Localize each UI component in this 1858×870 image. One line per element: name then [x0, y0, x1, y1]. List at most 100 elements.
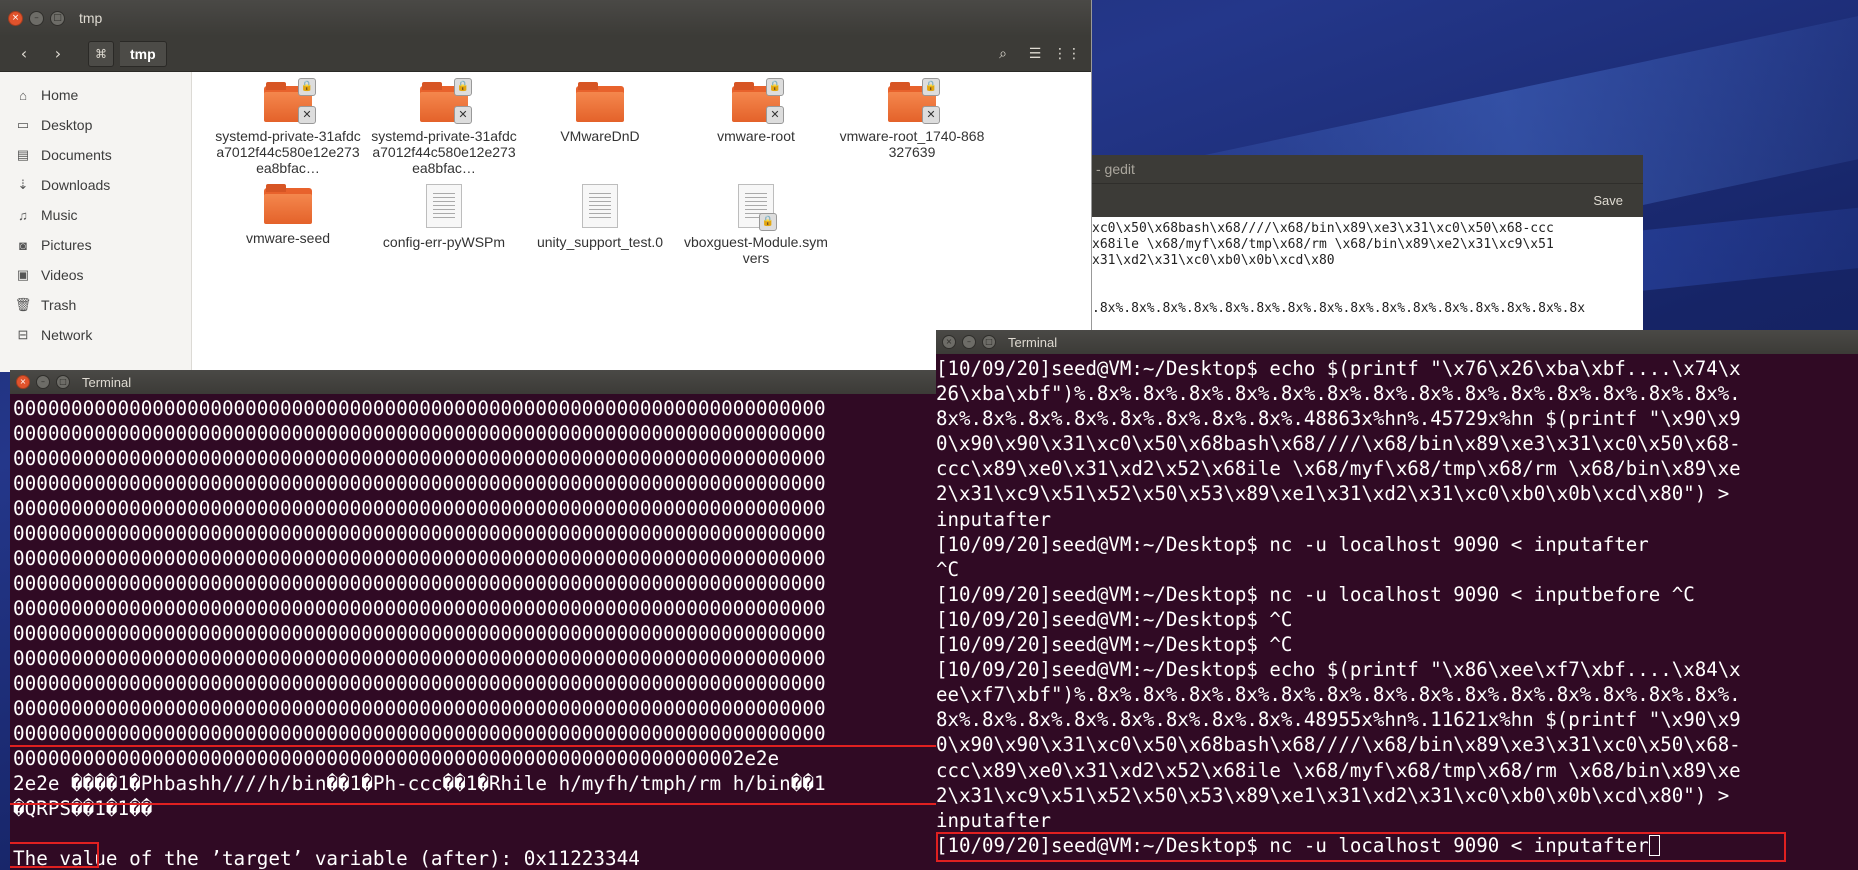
terminal-line: 0000000000000000000000000000000000000000… — [13, 447, 826, 470]
search-icon[interactable]: ⌕ — [989, 41, 1017, 67]
file-name: unity_support_test.0 — [536, 234, 664, 250]
file-name: vmware-seed — [245, 230, 331, 246]
downloads-icon: ⇣ — [17, 177, 29, 192]
file-name: vmware-root_1740-868327639 — [839, 128, 985, 160]
minimize-icon[interactable]: – — [36, 375, 50, 389]
file-item[interactable]: 🔒 ✕ systemd-private-31afdca7012f44c580e12e… — [370, 78, 518, 176]
command-highlight — [936, 832, 1786, 862]
terminal-line: 0\x90\x90\x31\xc0\x50\x68bash\x68////\x6… — [936, 432, 1741, 456]
terminal-line: ccc\x89\xe0\x31\xd2\x52\x68ile \x68/myf\… — [936, 758, 1741, 782]
file-item[interactable]: 🔒 vboxguest-Module.symvers — [682, 184, 830, 266]
file-item[interactable]: 🔒 ✕ vmware-root — [682, 78, 830, 144]
forward-icon[interactable]: › — [44, 41, 72, 67]
sidebar-item-label: Trash — [41, 297, 77, 313]
minimize-icon[interactable]: – — [29, 10, 44, 26]
terminal-line: [10/09/20]seed@VM:~/Desktop$ ^C — [936, 633, 1293, 657]
file-name: systemd-private-31afdca7012f44c580e12e27… — [215, 128, 361, 176]
file-item[interactable]: vmware-seed — [214, 184, 362, 246]
videos-icon: ▣ — [16, 267, 30, 282]
gedit-line — [1092, 285, 1643, 301]
maximize-icon[interactable]: □ — [56, 375, 70, 389]
file-item[interactable]: config-err-pyWSPm — [370, 184, 518, 250]
sidebar-item-pictures[interactable]: ◙ Pictures — [0, 230, 191, 260]
terminal-line: [10/09/20]seed@VM:~/Desktop$ nc -u local… — [936, 532, 1649, 556]
lock-icon: 🔒 — [766, 78, 784, 96]
file-name: vboxguest-Module.symvers — [684, 234, 828, 266]
network-icon: ⊟ — [17, 327, 29, 342]
sidebar-item-videos[interactable]: ▣ Videos — [0, 260, 191, 290]
sidebar-item-label: Videos — [41, 267, 84, 283]
file-name: vmware-root — [717, 128, 795, 144]
terminal-title: Terminal — [1008, 334, 1058, 350]
sidebar-item-label: Pictures — [41, 237, 92, 253]
maximize-icon[interactable]: □ — [50, 10, 65, 26]
grid-view-icon[interactable]: ⋮⋮ — [1053, 41, 1081, 67]
close-icon[interactable]: × — [942, 335, 956, 349]
terminal-line: inputafter — [936, 808, 1051, 832]
terminal-right-output[interactable]: [10/09/20]seed@VM:~/Desktop$ echo $(prin… — [936, 354, 1858, 858]
list-view-icon[interactable]: ☰ — [1021, 41, 1049, 67]
location-icon[interactable]: ⌘ — [88, 40, 114, 67]
terminal-line: 0000000000000000000000000000000000000000… — [13, 497, 826, 520]
file-grid: 🔒 ✕ systemd-private-31afdca7012f44c580e12e… — [192, 72, 1091, 372]
minimize-icon[interactable]: – — [962, 335, 976, 349]
sidebar-item-downloads[interactable]: ⇣ Downloads — [0, 170, 191, 200]
lock-icon: 🔒 — [922, 78, 940, 96]
folder-icon — [264, 184, 312, 224]
sidebar-item-home[interactable]: ⌂ Home — [0, 80, 191, 110]
terminal-line: 0000000000000000000000000000000000000000… — [13, 522, 826, 545]
pictures-icon: ◙ — [19, 237, 27, 253]
sidebar-item-documents[interactable]: ▤ Documents — [0, 140, 191, 170]
terminal-line: [10/09/20]seed@VM:~/Desktop$ ^C — [936, 607, 1293, 631]
terminal-line: 0000000000000000000000000000000000000000… — [13, 547, 826, 570]
terminal-line: 0000000000000000000000000000000000000000… — [13, 597, 826, 620]
terminal-line: inputafter — [936, 507, 1051, 531]
gedit-title: - gedit — [1092, 155, 1643, 183]
terminal-right-window: × – □ Terminal [10/09/20]seed@VM:~/Deskt… — [936, 330, 1858, 870]
home-icon: ⌂ — [19, 87, 27, 103]
music-icon: ♫ — [18, 207, 28, 223]
terminal-line: 2\x31\xc9\x51\x52\x50\x53\x89\xe1\x31\xd… — [936, 783, 1730, 807]
documents-icon: ▤ — [16, 147, 30, 162]
terminal-line: 0000000000000000000000000000000000000000… — [13, 647, 826, 670]
terminal-line: [10/09/20]seed@VM:~/Desktop$ nc -u local… — [936, 582, 1695, 606]
folder-icon: 🔒 ✕ — [732, 78, 784, 124]
terminal-line: 0000000000000000000000000000000000000000… — [13, 422, 826, 445]
file-item[interactable]: 🔒 ✕ vmware-root_1740-868327639 — [838, 78, 986, 160]
maximize-icon[interactable]: □ — [982, 335, 996, 349]
sidebar-item-music[interactable]: ♫ Music — [0, 200, 191, 230]
gedit-editor[interactable]: xc0\x50\x68bash\x68////\x68/bin\x89\xe3\… — [1092, 217, 1643, 317]
gedit-window: - gedit Save xc0\x50\x68bash\x68////\x68… — [1092, 155, 1643, 330]
gedit-line: .8x%.8x%.8x%.8x%.8x%.8x%.8x%.8x%.8x%.8x%… — [1092, 301, 1586, 316]
terminal-line: 0000000000000000000000000000000000000000… — [13, 572, 826, 595]
file-name: VMwareDnD — [560, 128, 640, 144]
file-name: systemd-private-31afdca7012f44c580e12e27… — [371, 128, 517, 176]
folder-icon: 🔒 ✕ — [420, 78, 472, 124]
sidebar-item-desktop[interactable]: ▭ Desktop — [0, 110, 191, 140]
file-item[interactable]: VMwareDnD — [526, 82, 674, 144]
gedit-line: x31\xd2\x31\xc0\xb0\x0b\xcd\x80 — [1092, 253, 1335, 268]
terminal-line: 8x%.8x%.8x%.8x%.8x%.8x%.8x%.8x%.48863x%h… — [936, 407, 1741, 431]
folder-icon: 🔒 ✕ — [264, 78, 316, 124]
terminal-line: 0000000000000000000000000000000000000000… — [13, 397, 826, 420]
sidebar-item-network[interactable]: ⊟ Network — [0, 320, 191, 350]
file-item[interactable]: unity_support_test.0 — [526, 184, 674, 250]
sidebar-item-label: Downloads — [41, 177, 111, 193]
sidebar-item-label: Desktop — [41, 117, 93, 133]
sidebar-item-label: Network — [41, 327, 93, 343]
close-icon[interactable]: × — [8, 10, 23, 26]
close-icon[interactable]: × — [16, 375, 30, 389]
terminal-line: 2\x31\xc9\x51\x52\x50\x53\x89\xe1\x31\xd… — [936, 482, 1730, 506]
file-item[interactable]: 🔒 ✕ systemd-private-31afdca7012f44c580e12e… — [214, 78, 362, 176]
save-button[interactable]: Save — [1587, 190, 1629, 212]
terminal-line: 0000000000000000000000000000000000000000… — [13, 672, 826, 695]
terminal-title: Terminal — [82, 374, 132, 390]
breadcrumb[interactable]: tmp — [120, 40, 167, 67]
file-name: config-err-pyWSPm — [382, 234, 506, 250]
folder-icon: 🔒 ✕ — [888, 78, 940, 124]
files-window: × – □ tmp ‹ › ⌘ tmp ⌕ ☰ ⋮⋮ ⌂ Home ▭ Desktop… — [0, 0, 1092, 372]
sidebar-item-trash[interactable]: 🗑 Trash — [0, 290, 191, 320]
back-icon[interactable]: ‹ — [10, 41, 38, 67]
text-file-icon — [582, 184, 618, 228]
cursor-highlight — [10, 842, 99, 868]
